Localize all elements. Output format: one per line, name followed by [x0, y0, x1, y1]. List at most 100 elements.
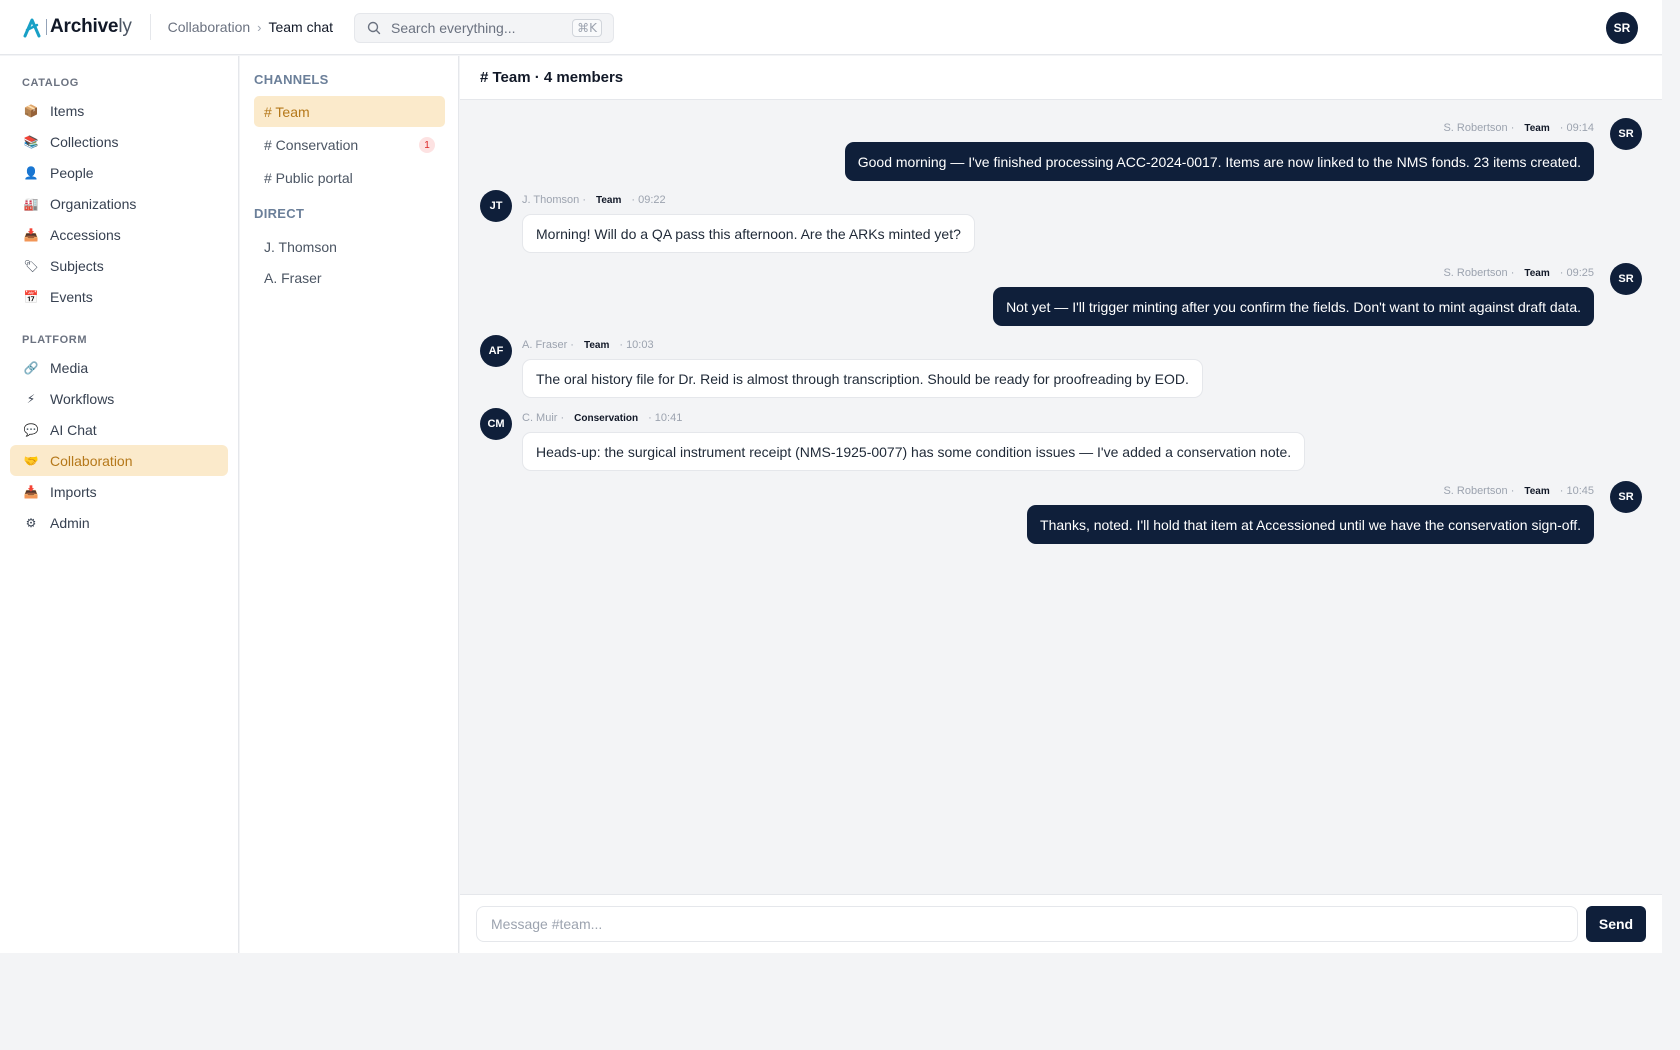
search-placeholder: Search everything...: [391, 20, 516, 36]
message-avatar[interactable]: JT: [480, 190, 512, 222]
message-meta: C. Muir · Conservation · 10:41: [522, 412, 682, 424]
sidebar-item-people[interactable]: 👤 People: [10, 157, 228, 188]
sidebar-item-label: Admin: [50, 514, 90, 531]
message-author: S. Robertson ·: [1443, 122, 1515, 134]
sidebar-item-label: Organizations: [50, 195, 137, 212]
sidebar-item-items[interactable]: 📦 Items: [10, 95, 228, 126]
sidebar-item-events[interactable]: 📅 Events: [10, 281, 228, 312]
calendar-icon: 📅: [23, 289, 39, 304]
user-avatar[interactable]: SR: [1606, 12, 1638, 44]
catalog-nav: 📦 Items 📚 Collections 👤 People 🏭 Organizations 📥…: [0, 95, 238, 312]
message-meta: S. Robertson · Team · 09:25: [1443, 267, 1594, 279]
sidebar-item-organizations[interactable]: 🏭 Organizations: [10, 188, 228, 219]
send-button[interactable]: Send: [1586, 906, 1646, 942]
direct-items: J. Thomson A. Fraser: [240, 231, 458, 293]
message-input[interactable]: [476, 906, 1578, 942]
logo-divider: [46, 19, 47, 35]
message-channel-tag: Team: [1524, 485, 1550, 497]
message-channel-tag: Team: [596, 194, 622, 206]
logo-mark-icon: [22, 16, 42, 38]
sidebar-item-workflows[interactable]: ⚡ Workflows: [10, 383, 228, 414]
message-avatar[interactable]: SR: [1610, 118, 1642, 150]
sidebar-item-label: People: [50, 164, 94, 181]
message-time: · 10:41: [648, 412, 683, 424]
message-channel-tag: Conservation: [574, 412, 639, 424]
sidebar-item-label: Media: [50, 359, 89, 376]
message-bubble: Thanks, noted. I'll hold that item at Ac…: [1027, 505, 1594, 544]
channel-label: # Public portal: [264, 169, 353, 186]
sidebar-item-label: Items: [50, 102, 85, 119]
sidebar-item-accessions[interactable]: 📥 Accessions: [10, 219, 228, 250]
sidebar-item-label: Workflows: [50, 390, 115, 407]
platform-nav: 🔗 Media ⚡ Workflows 💬 AI Chat 🤝 Collaboration 📥 I…: [0, 352, 238, 538]
sidebar-item-collaboration[interactable]: 🤝 Collaboration: [10, 445, 228, 476]
message-channel-tag: Team: [1524, 122, 1550, 134]
gear-icon: ⚙: [25, 515, 37, 530]
search-icon: [367, 21, 381, 35]
message-avatar[interactable]: SR: [1610, 481, 1642, 513]
sidebar: CATALOG 📦 Items 📚 Collections 👤 People 🏭 Organi…: [0, 56, 239, 953]
sidebar-item-media[interactable]: 🔗 Media: [10, 352, 228, 383]
message-channel-tag: Team: [1524, 267, 1550, 279]
collections-icon: 📚: [23, 134, 39, 149]
message-outgoing: SR S. Robertson · Team · 10:45 Thanks, noted…: [460, 481, 1662, 561]
message-outgoing: SR S. Robertson · Team · 09:14 Good morning …: [460, 118, 1662, 198]
composer: Send: [460, 894, 1662, 953]
platform-heading: PLATFORM: [22, 334, 88, 346]
message-avatar[interactable]: CM: [480, 408, 512, 440]
message-bubble: Heads-up: the surgical instrument receip…: [522, 432, 1306, 471]
message-bubble: Morning! Will do a QA pass this afternoo…: [522, 214, 975, 253]
sidebar-item-label: Accessions: [50, 226, 121, 243]
channel-items: # Team # Conservation 1 # Public portal: [240, 96, 458, 193]
message-avatar[interactable]: SR: [1610, 263, 1642, 295]
chat-panel: # Team · 4 members SR S. Robertson · Team ·…: [460, 56, 1662, 953]
message-meta: J. Thomson · Team · 09:22: [522, 194, 666, 206]
channel-item-team[interactable]: # Team: [254, 96, 445, 127]
search-shortcut: ⌘K: [572, 19, 602, 37]
chat-header: # Team · 4 members: [460, 56, 1662, 100]
direct-item-j-thomson[interactable]: J. Thomson: [264, 231, 458, 262]
channel-item-public-portal[interactable]: # Public portal: [254, 162, 445, 193]
message-bubble: Good morning — I've finished processing …: [844, 142, 1594, 181]
message-time: · 09:14: [1559, 122, 1594, 134]
message-list: SR S. Robertson · Team · 09:14 Good morning …: [460, 100, 1662, 894]
topbar-divider: [149, 14, 151, 40]
direct-heading: DIRECT: [254, 206, 305, 221]
link-icon: 🔗: [23, 360, 39, 375]
sidebar-item-collections[interactable]: 📚 Collections: [10, 126, 228, 157]
lightning-icon: ⚡: [26, 391, 36, 406]
message-bubble: Not yet — I'll trigger minting after you…: [993, 287, 1594, 326]
person-icon: 👤: [23, 165, 39, 180]
sidebar-item-label: AI Chat: [50, 421, 97, 438]
speech-icon: 💬: [23, 422, 39, 437]
sidebar-item-label: Subjects: [50, 257, 104, 274]
message-incoming: CM C. Muir · Conservation · 10:41 Heads-up: …: [460, 408, 1662, 488]
breadcrumb-separator: ›: [257, 19, 262, 35]
app-logo[interactable]: Archively: [22, 0, 132, 54]
breadcrumb-parent[interactable]: Collaboration: [168, 19, 251, 35]
sidebar-item-imports[interactable]: 📥 Imports: [10, 476, 228, 507]
message-bubble: The oral history file for Dr. Reid is al…: [522, 359, 1203, 398]
channel-label: # Conservation: [264, 136, 359, 153]
direct-item-a-fraser[interactable]: A. Fraser: [264, 262, 458, 293]
sidebar-item-ai-chat[interactable]: 💬 AI Chat: [10, 414, 228, 445]
message-meta: A. Fraser · Team · 10:03: [522, 339, 654, 351]
message-author: J. Thomson ·: [522, 194, 586, 206]
app-name: Archively: [50, 16, 132, 37]
catalog-heading: CATALOG: [22, 77, 79, 89]
message-time: · 09:25: [1559, 267, 1594, 279]
message-time: · 10:45: [1559, 485, 1594, 497]
sidebar-item-label: Events: [50, 288, 93, 305]
unread-badge: 1: [419, 137, 435, 153]
sidebar-item-subjects[interactable]: 🏷 Subjects: [10, 250, 228, 281]
channel-item-conservation[interactable]: # Conservation 1: [254, 129, 445, 160]
sidebar-item-admin[interactable]: ⚙ Admin: [10, 507, 228, 538]
message-author: S. Robertson ·: [1443, 485, 1515, 497]
building-icon: 🏭: [23, 196, 39, 211]
import-icon: 📥: [23, 484, 39, 499]
sidebar-item-label: Imports: [50, 483, 97, 500]
global-search[interactable]: Search everything... ⌘K: [354, 13, 614, 43]
message-avatar[interactable]: AF: [480, 335, 512, 367]
sidebar-item-label: Collaboration: [50, 452, 133, 469]
message-meta: S. Robertson · Team · 10:45: [1443, 485, 1594, 497]
